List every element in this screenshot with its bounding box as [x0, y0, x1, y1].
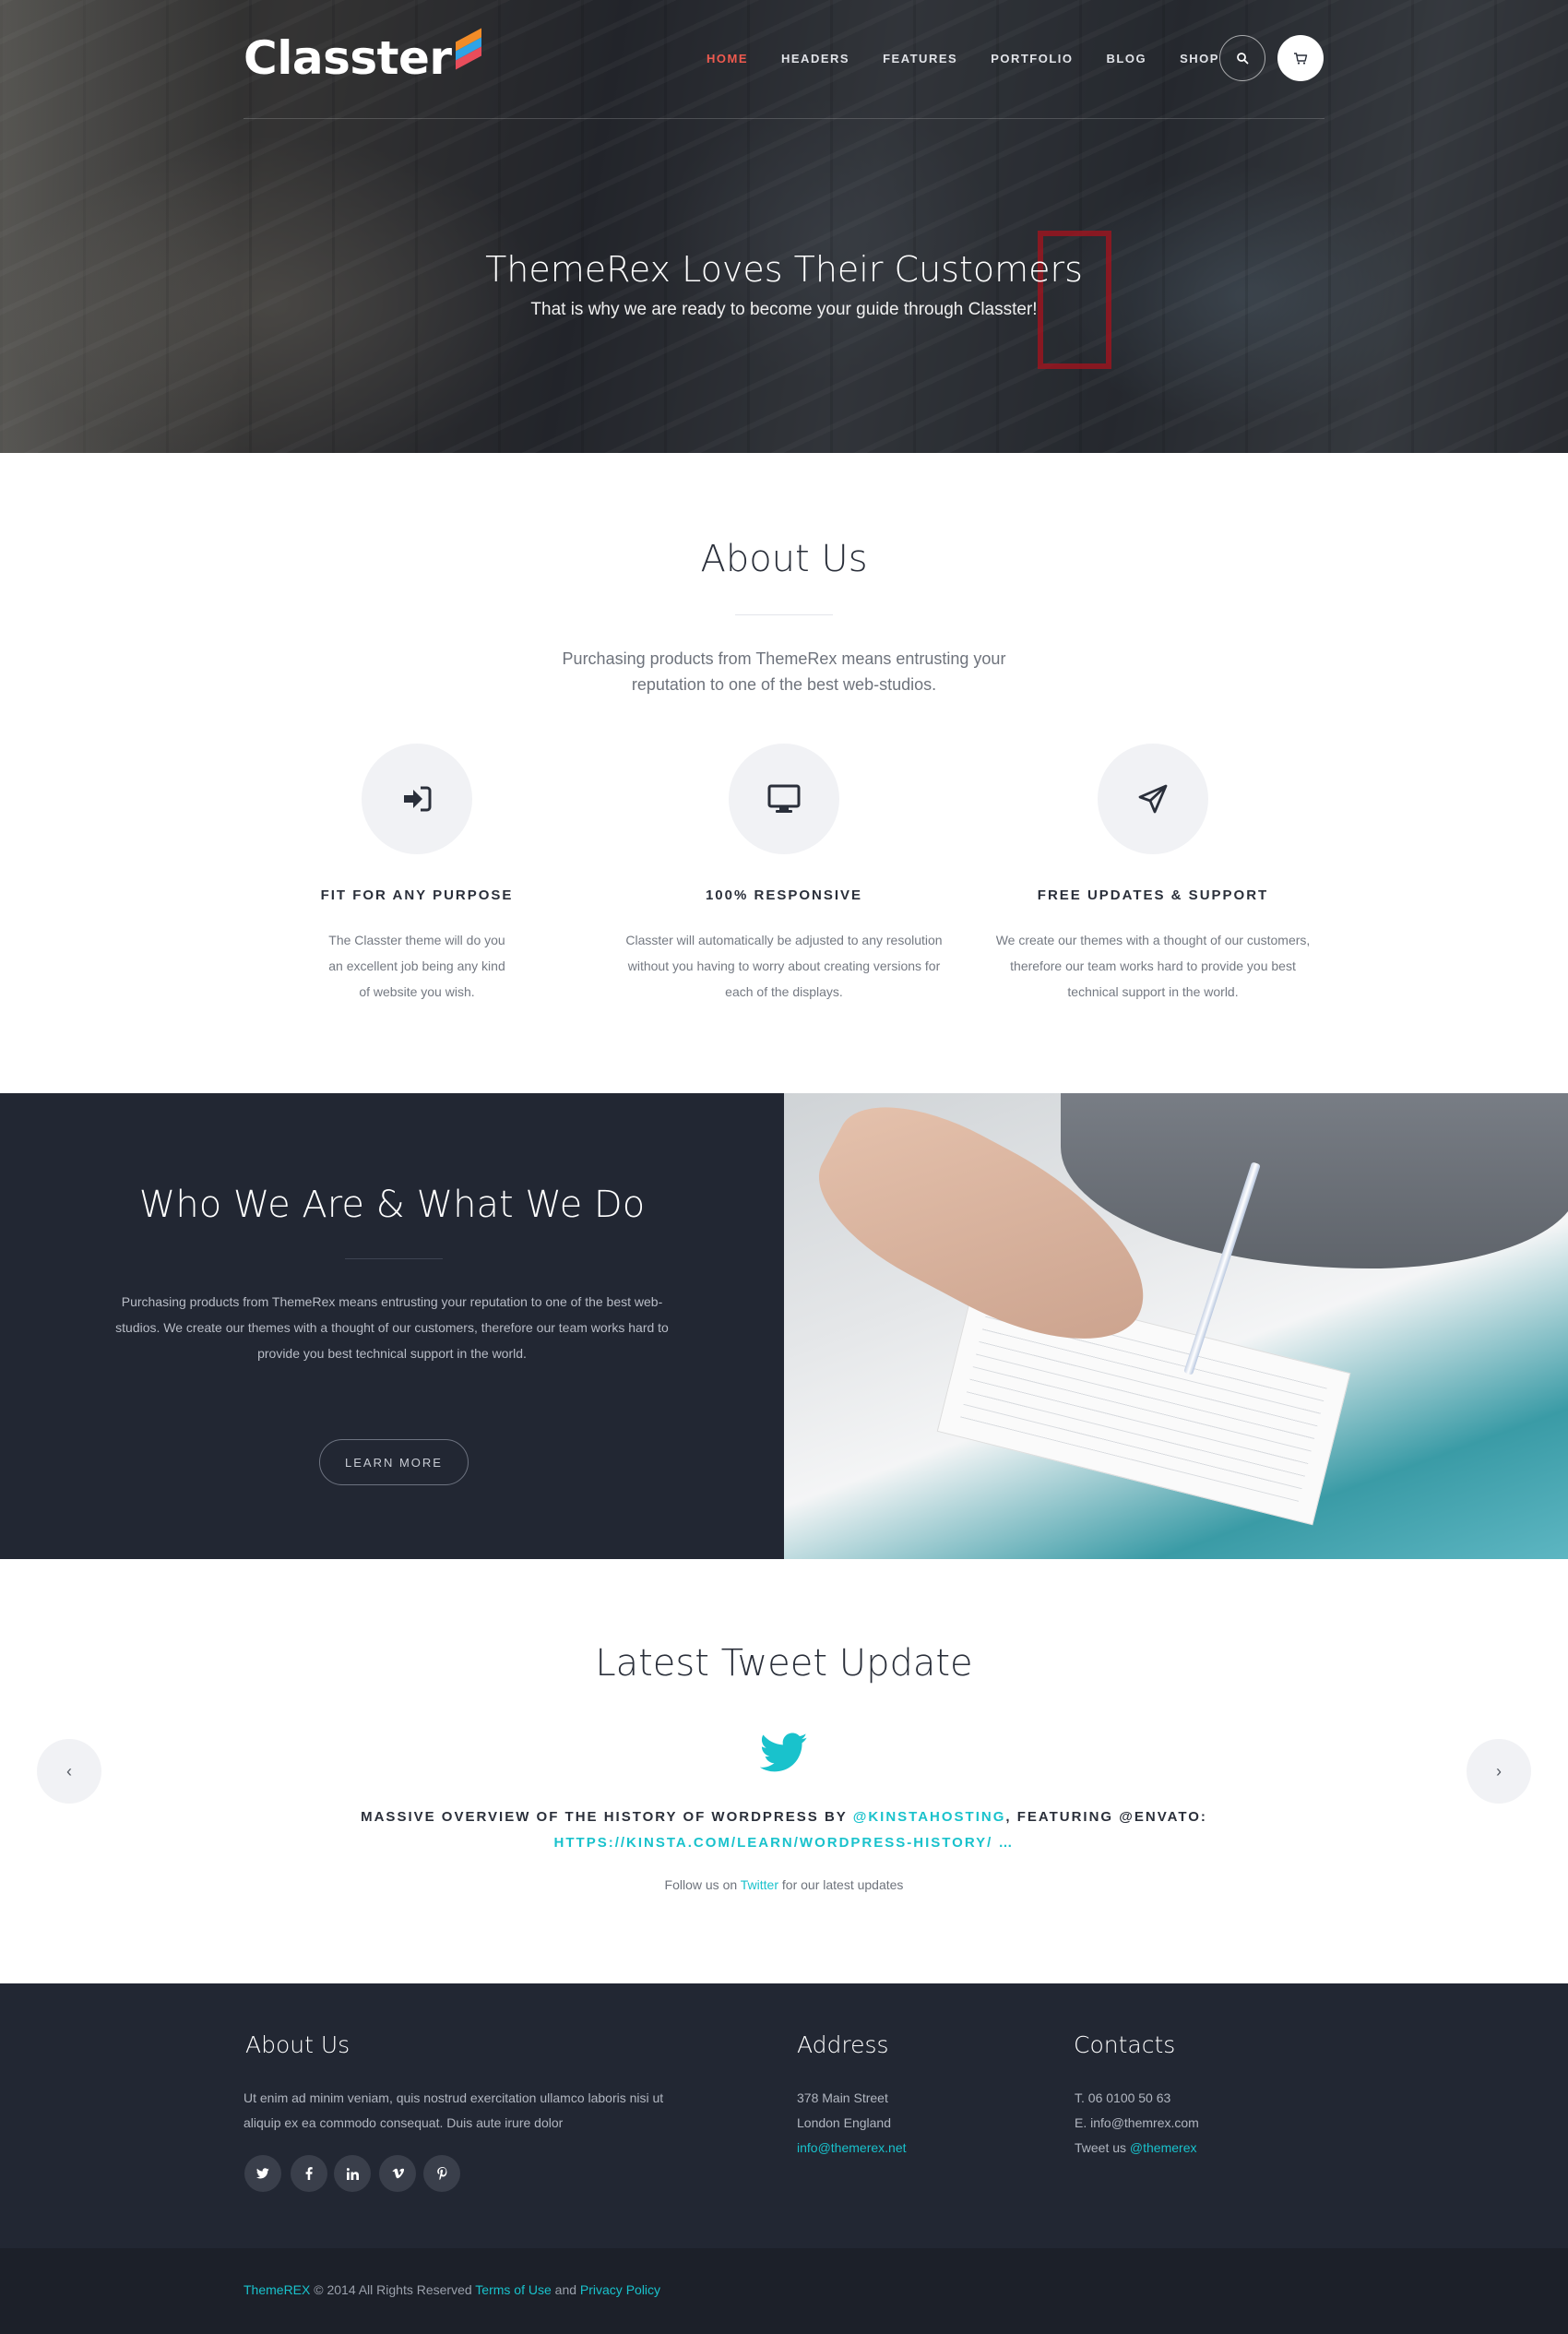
feature-title: FIT FOR ANY PURPOSE: [320, 887, 514, 903]
paper-plane-icon: [1138, 784, 1168, 814]
footer-about-text: Ut enim ad minim veniam, quis nostrud ex…: [244, 2090, 664, 2130]
tweet-text: MASSIVE OVERVIEW OF THE HISTORY OF WORDP…: [361, 1809, 1207, 1851]
feature-title: FREE UPDATES & SUPPORT: [1037, 887, 1269, 903]
nav-blog[interactable]: BLOG: [1107, 52, 1147, 65]
nav-headers[interactable]: HEADERS: [781, 52, 849, 65]
hero-subtitle: That is why we are ready to become your …: [530, 300, 1038, 319]
cart-button[interactable]: [1277, 35, 1324, 81]
nav-portfolio[interactable]: PORTFOLIO: [991, 52, 1073, 65]
twitter-bird-icon: [760, 1733, 808, 1772]
footer-contacts-title: Contacts: [1074, 2031, 1176, 2058]
twitter-link[interactable]: Twitter: [741, 1877, 778, 1892]
learn-more-button[interactable]: LEARN MORE: [319, 1439, 469, 1485]
tweet-title: Latest Tweet Update: [595, 1642, 973, 1685]
feature-fit-for-any-purpose: FIT FOR ANY PURPOSE The Classter theme w…: [251, 744, 583, 1005]
footer-address-title: Address: [797, 2031, 889, 2058]
feature-responsive: 100% RESPONSIVE Classter will automatica…: [618, 744, 950, 1005]
nav-shop[interactable]: SHOP: [1180, 52, 1219, 65]
social-twitter-button[interactable]: [244, 2155, 281, 2192]
monitor-icon: [767, 784, 801, 813]
about-title: About Us: [700, 538, 868, 580]
header-divider: [244, 118, 1324, 119]
cart-icon: [1294, 53, 1308, 65]
feature-text: We create our themes with a thought of o…: [995, 933, 1311, 999]
nav-home[interactable]: HOME: [707, 52, 748, 65]
copyright: ThemeREX © 2014 All Rights Reserved Term…: [244, 2282, 661, 2297]
feature-title: 100% RESPONSIVE: [705, 887, 863, 903]
who-title: Who We Are & What We Do: [138, 1184, 646, 1226]
tweet-prev-button[interactable]: ‹: [37, 1739, 101, 1804]
footer-about-title: About Us: [245, 2031, 350, 2058]
about-divider: [735, 614, 833, 615]
logo[interactable]: Classter: [244, 28, 483, 85]
twitter-icon: [256, 2168, 269, 2179]
vimeo-icon: [392, 2168, 404, 2179]
footer-bottom-bar: [0, 2248, 1568, 2334]
footer-contacts: T. 06 0100 50 63 E. info@themrex.com Twe…: [1075, 2090, 1199, 2155]
tweet-next-button[interactable]: ›: [1467, 1739, 1531, 1804]
pinterest-icon: [436, 2167, 446, 2180]
social-pinterest-button[interactable]: [423, 2155, 460, 2192]
facebook-icon: [305, 2167, 313, 2180]
search-button[interactable]: [1219, 35, 1265, 81]
main-nav: HOME HEADERS FEATURES PORTFOLIO BLOG SHO…: [707, 52, 1253, 65]
feature-icon-circle: [362, 744, 472, 854]
footer: [0, 1983, 1568, 2248]
who-divider: [345, 1258, 443, 1259]
social-linkedin-button[interactable]: [334, 2155, 371, 2192]
about-intro: Purchasing products from ThemeRex means …: [562, 649, 1006, 694]
sign-in-icon: [404, 786, 432, 812]
terms-link[interactable]: Terms of Use: [475, 2282, 551, 2297]
follow-text: Follow us on Twitter for our latest upda…: [664, 1877, 904, 1892]
site-header: Classter HOME HEADERS FEATURES PORTFOLIO…: [0, 0, 1568, 120]
nav-features[interactable]: FEATURES: [883, 52, 957, 65]
tweet-url-link[interactable]: HTTPS://KINSTA.COM/LEARN/WORDPRESS-HISTO…: [554, 1835, 1015, 1851]
chevron-left-icon: ‹: [66, 1761, 72, 1780]
feature-icon-circle: [729, 744, 839, 854]
who-text: Purchasing products from ThemeRex means …: [115, 1294, 669, 1361]
social-vimeo-button[interactable]: [379, 2155, 416, 2192]
feature-text: Classter will automatically be adjusted …: [625, 933, 943, 999]
social-facebook-button[interactable]: [291, 2155, 327, 2192]
tweet-mention-link[interactable]: @KINSTAHOSTING: [853, 1809, 1006, 1825]
footer-address: 378 Main Street London England info@them…: [797, 2086, 907, 2161]
linkedin-icon: [346, 2167, 359, 2180]
brand-link[interactable]: ThemeREX: [244, 2282, 310, 2297]
logo-text: Classter: [244, 31, 452, 85]
who-photo: [784, 1093, 1568, 1559]
feature-icon-circle: [1098, 744, 1208, 854]
search-icon: [1237, 53, 1249, 65]
feature-free-updates: FREE UPDATES & SUPPORT We create our the…: [987, 744, 1319, 1005]
footer-address-email-link[interactable]: info@themerex.net: [797, 2136, 907, 2161]
feature-text: The Classter theme will do you an excell…: [328, 933, 505, 999]
chevron-right-icon: ›: [1496, 1761, 1502, 1780]
logo-mark-icon: [455, 28, 483, 70]
hero-title: ThemeRex Loves Their Customers: [485, 249, 1083, 290]
footer-twitter-handle-link[interactable]: @themerex: [1130, 2140, 1197, 2155]
privacy-link[interactable]: Privacy Policy: [580, 2282, 660, 2297]
